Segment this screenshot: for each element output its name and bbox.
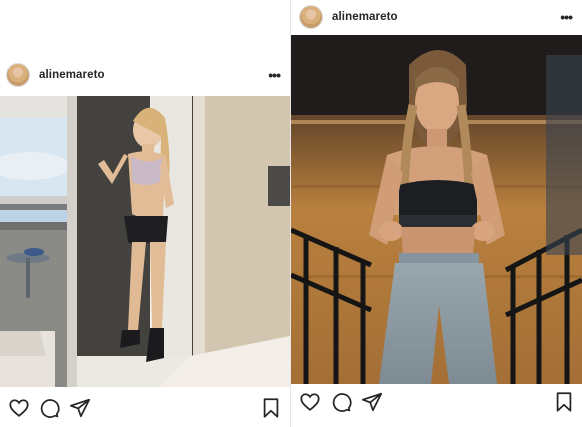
bookmark-icon[interactable] [553, 391, 577, 415]
heart-icon[interactable] [299, 391, 323, 415]
balcony-photo [0, 96, 290, 387]
heart-icon[interactable] [8, 397, 32, 421]
post-header: alinemareto ••• [291, 0, 582, 34]
post-photo[interactable] [0, 96, 290, 387]
more-options-icon[interactable]: ••• [268, 68, 281, 82]
avatar[interactable] [6, 63, 30, 87]
gym-photo [291, 35, 582, 384]
more-options-icon[interactable]: ••• [560, 10, 573, 24]
post-card-right: alinemareto ••• [291, 0, 582, 427]
post-card-left: alinemareto ••• [0, 54, 290, 427]
comment-icon[interactable] [38, 397, 62, 421]
username-link[interactable]: alinemareto [332, 11, 398, 23]
post-photo[interactable] [291, 35, 582, 384]
post-actions [291, 389, 582, 417]
share-icon[interactable] [69, 397, 93, 421]
bookmark-icon[interactable] [260, 397, 284, 421]
share-icon[interactable] [361, 391, 385, 415]
username-link[interactable]: alinemareto [39, 69, 105, 81]
avatar[interactable] [299, 5, 323, 29]
comment-icon[interactable] [330, 391, 354, 415]
post-actions [0, 395, 290, 423]
post-header: alinemareto ••• [0, 54, 290, 96]
